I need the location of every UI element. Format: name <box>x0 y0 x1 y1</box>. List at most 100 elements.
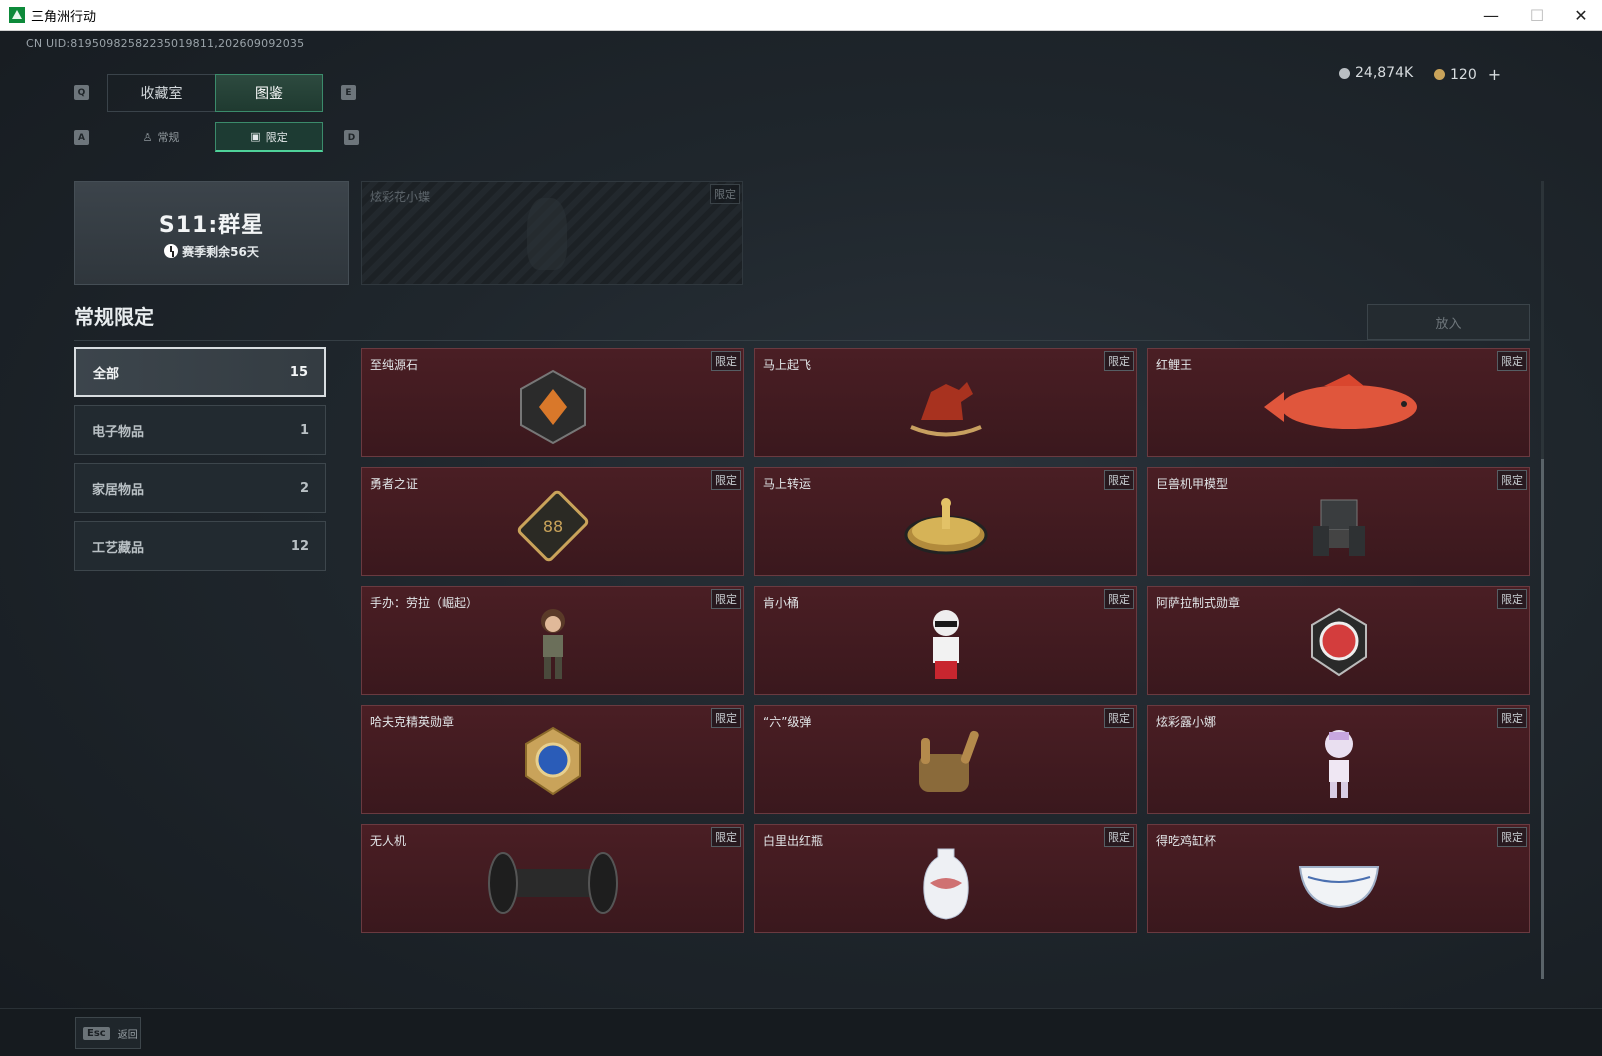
item-card[interactable]: 肯小桶 限定 <box>754 586 1137 695</box>
category-count: 1 <box>299 422 309 438</box>
brave-card-icon: 88 <box>517 490 588 561</box>
category-all[interactable]: 全部 15 <box>74 347 326 397</box>
subtab-regular[interactable]: ♙ 常规 <box>107 122 215 152</box>
picture-icon: ▣ <box>250 130 261 143</box>
key-e-hint: E <box>341 85 356 100</box>
item-card[interactable]: 阿萨拉制式勋章 限定 <box>1147 586 1530 695</box>
item-card[interactable]: 至纯源石 限定 <box>361 348 744 457</box>
limited-badge: 限定 <box>711 351 741 371</box>
asara-medal-icon <box>1310 607 1367 676</box>
limited-badge: 限定 <box>1497 470 1527 490</box>
limited-badge: 限定 <box>1104 351 1134 371</box>
key-a-hint: A <box>74 130 89 145</box>
limited-badge: 限定 <box>1497 351 1527 371</box>
category-label: 电子物品 <box>92 424 145 440</box>
item-card[interactable]: 勇者之证 限定 88 <box>361 467 744 576</box>
chicken-cup-icon <box>1298 865 1379 908</box>
back-button[interactable]: Esc 返回 <box>75 1017 141 1049</box>
limited-badge: 限定 <box>710 184 740 204</box>
item-name: 无人机 <box>370 834 407 848</box>
category-electronics[interactable]: 电子物品 1 <box>74 405 326 455</box>
item-name: 马上转运 <box>763 477 812 491</box>
limited-badge: 限定 <box>711 470 741 490</box>
item-card[interactable]: 马上起飞 限定 <box>754 348 1137 457</box>
figure-icon: ♙ <box>142 130 153 144</box>
item-name: 阿萨拉制式勋章 <box>1156 596 1241 610</box>
item-name: 白里出红瓶 <box>763 834 824 848</box>
fortune-wheel-icon <box>904 497 987 555</box>
colonel-figure-icon <box>932 609 959 679</box>
app-logo-icon <box>9 7 25 23</box>
limited-badge: 限定 <box>1104 827 1134 847</box>
game-screen: CN UID:81950982582235019811,202609092035… <box>0 31 1602 1056</box>
lara-figure-icon <box>540 608 565 679</box>
add-currency-button[interactable]: + <box>1488 65 1501 84</box>
item-name: 哈夫克精英勋章 <box>370 715 455 729</box>
sub-tabs: ♙ 常规 ▣ 限定 <box>107 122 323 152</box>
limited-badge: 限定 <box>1497 708 1527 728</box>
category-list: 全部 15 电子物品 1 家居物品 2 工艺藏品 12 <box>74 347 326 579</box>
tab-catalog[interactable]: 图鉴 <box>215 74 323 112</box>
red-carp-icon <box>1263 373 1417 429</box>
item-name: 得吃鸡缸杯 <box>1156 834 1217 848</box>
item-name: 至纯源石 <box>370 358 419 372</box>
source-stone-icon <box>519 369 586 444</box>
scrollbar-thumb[interactable] <box>1541 459 1544 979</box>
window-title: 三角洲行动 <box>31 9 97 25</box>
season-remaining: 赛季剩余56天 <box>164 243 259 260</box>
category-count: 12 <box>290 538 309 554</box>
item-card[interactable]: 无人机 限定 <box>361 824 744 933</box>
key-d-hint: D <box>344 130 359 145</box>
maximize-icon[interactable]: ☐ <box>1514 0 1560 31</box>
category-crafts[interactable]: 工艺藏品 12 <box>74 521 326 571</box>
haavk-medal-icon <box>524 726 581 795</box>
silver-coin-icon <box>1339 67 1350 79</box>
limited-badge: 限定 <box>1104 589 1134 609</box>
subtab-limited[interactable]: ▣ 限定 <box>215 122 323 152</box>
limited-badge: 限定 <box>1497 827 1527 847</box>
limited-badge: 限定 <box>1497 589 1527 609</box>
item-card[interactable]: “六”级弹 限定 <box>754 705 1137 814</box>
section-title: 常规限定 <box>74 305 154 329</box>
category-household[interactable]: 家居物品 2 <box>74 463 326 513</box>
category-label: 家居物品 <box>92 482 145 498</box>
season-remaining-text: 赛季剩余56天 <box>182 244 259 259</box>
gold-amount: 120 <box>1450 66 1477 83</box>
window-titlebar: 三角洲行动 — ☐ ✕ <box>0 0 1602 31</box>
bullet-hand-icon <box>918 730 979 792</box>
season-card[interactable]: S11:群星 赛季剩余56天 <box>74 181 349 285</box>
main-tabs: 收藏室 图鉴 <box>107 74 323 112</box>
item-card[interactable]: 手办：劳拉（崛起） 限定 <box>361 586 744 695</box>
item-card[interactable]: 哈夫克精英勋章 限定 <box>361 705 744 814</box>
key-q-hint: Q <box>74 85 89 100</box>
item-name: 巨兽机甲模型 <box>1156 477 1229 491</box>
tab-collection-room[interactable]: 收藏室 <box>107 74 215 112</box>
item-name: 炫彩露小娜 <box>1156 715 1217 729</box>
drone-icon <box>487 851 618 914</box>
silver-amount: 24,874K <box>1355 65 1414 81</box>
locked-silhouette-icon <box>527 198 567 270</box>
item-card[interactable]: 白里出红瓶 限定 <box>754 824 1137 933</box>
item-card[interactable]: 巨兽机甲模型 限定 <box>1147 467 1530 576</box>
limited-badge: 限定 <box>1104 708 1134 728</box>
item-name: 勇者之证 <box>370 477 419 491</box>
item-name: 肯小桶 <box>763 596 800 610</box>
item-card[interactable]: 炫彩露小娜 限定 <box>1147 705 1530 814</box>
item-grid: 至纯源石 限定 马上起飞 限定 红鲤王 限定 勇者之证 限定 88 马上转运 限… <box>361 348 1531 933</box>
limited-badge: 限定 <box>711 708 741 728</box>
mech-model-icon <box>1312 499 1365 556</box>
locked-item-slot[interactable]: 炫彩花小蝶 限定 <box>361 181 743 285</box>
close-icon[interactable]: ✕ <box>1558 0 1602 31</box>
item-name: 手办：劳拉（崛起） <box>370 596 479 610</box>
item-card[interactable]: 得吃鸡缸杯 限定 <box>1147 824 1530 933</box>
category-count: 15 <box>289 364 308 380</box>
svg-text:88: 88 <box>542 517 562 536</box>
item-card[interactable]: 红鲤王 限定 <box>1147 348 1530 457</box>
item-card[interactable]: 马上转运 限定 <box>754 467 1137 576</box>
category-count: 2 <box>299 480 309 496</box>
minimize-icon[interactable]: — <box>1468 0 1514 31</box>
section-divider <box>74 340 1530 341</box>
gold-coin-icon <box>1434 69 1445 80</box>
bottom-bar <box>0 1008 1602 1056</box>
put-in-button[interactable]: 放入 <box>1367 304 1530 340</box>
